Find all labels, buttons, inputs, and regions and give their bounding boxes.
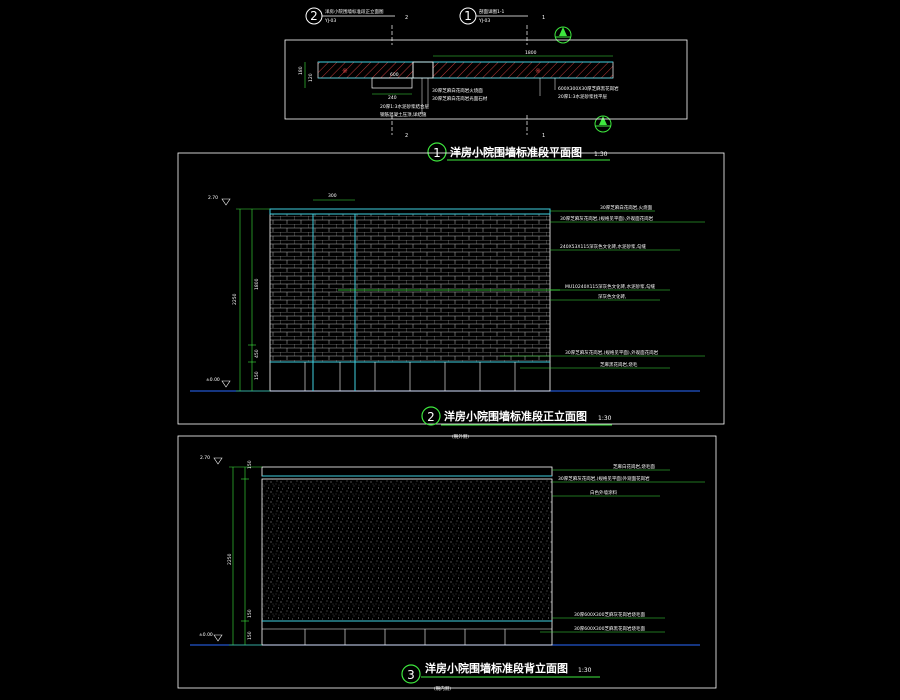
callout-2-line1: 洋房小院围墙标准段正立面图 — [325, 8, 384, 15]
back-note-5: 30厚600X300芝麻黑花岗岩烧毛面 — [574, 625, 645, 632]
title-back-sub: (朝内侧) — [434, 685, 451, 692]
back-note-1: 芝麻白花岗岩,烧毛面 — [613, 463, 655, 470]
front-dim-top: 300 — [328, 193, 337, 199]
back-note-2: 30厚芝麻灰花岗岩,(规格见平面)外观面花岗岩 — [558, 475, 650, 482]
plan-dim-left-b: 120 — [308, 73, 314, 82]
plan-dim-right: 1800 — [525, 50, 537, 56]
plan-note-2: 30厚芝麻白花岗岩光面石材 — [432, 95, 488, 102]
front-note-4: MU10240X115深灰色文化砖,水泥砂浆,勾缝 — [565, 283, 656, 290]
callout-1-number: 1 — [464, 9, 472, 23]
plan-note-3: 20厚1:3水泥砂浆结合层 — [380, 103, 429, 110]
plan-note-6: 20厚1:3水泥砂浆找平层 — [558, 93, 607, 100]
svg-text:※: ※ — [535, 67, 541, 75]
back-dim-v4: 150 — [247, 631, 253, 640]
plan-axis-2: 2 — [405, 133, 408, 139]
cad-drawing-canvas: 2 洋房小院围墙标准段正立面图 YJ-03 2 1 剖面详图1-1 YJ-03 … — [177, 7, 725, 692]
callout-2-line2: YJ-03 — [324, 18, 336, 24]
callout-1-axis: 1 — [542, 15, 545, 21]
title-front-scale: 1:30 — [598, 415, 612, 422]
plan-view: 2 1 ※ ※ 180 120 600 240 1800 30厚芝麻白花岗岩火烧… — [284, 25, 688, 139]
title-back-text: 洋房小院围墙标准段背立面图 — [425, 661, 568, 675]
back-note-3: 白色外墙涂料 — [590, 489, 617, 496]
plan-frame — [284, 39, 688, 120]
front-note-6: 30厚芝麻灰花岗岩,(规格见平面),外观面花岗岩 — [565, 349, 659, 356]
front-dim-v1: 2250 — [232, 293, 238, 305]
front-note-2: 30厚芝麻灰花岗岩,(规格见平面),外观面花岗岩 — [560, 215, 654, 222]
title-front-number: 2 — [427, 410, 435, 424]
title-plan-scale: 1:30 — [594, 151, 608, 158]
callout-2: 2 洋房小院围墙标准段正立面图 YJ-03 2 — [305, 7, 408, 25]
front-note-7: 芝麻黑花岗岩,烧毛 — [600, 361, 638, 368]
back-elevation: 150 2250 150 150 2.70 ±0.00 芝麻白花岗岩,烧毛面 3… — [177, 435, 717, 689]
title-plan-text: 洋房小院围墙标准段平面图 — [450, 145, 582, 159]
front-dim-v2: 1800 — [254, 278, 260, 290]
front-note-3: 240X53X115深灰色文化砖,水泥砂浆,勾缝 — [560, 243, 646, 250]
title-front: 2 洋房小院围墙标准段正立面图 1:30 (朝外侧) — [421, 406, 612, 440]
front-elevation: 300 2250 1800 450 150 2.70 ±0.00 30厚芝麻白花 — [177, 152, 725, 425]
title-plan: 1 洋房小院围墙标准段平面图 1:30 — [427, 142, 610, 162]
plan-dim-mid: 600 — [390, 72, 399, 78]
plan-note-4: 钢筋混凝土压顶,详结施 — [380, 111, 427, 118]
callout-1-line1: 剖面详图1-1 — [479, 8, 504, 15]
back-dim-v3: 150 — [247, 609, 253, 618]
title-back-scale: 1:30 — [578, 667, 592, 674]
title-front-sub: (朝外侧) — [452, 433, 469, 440]
plan-note-5: 600X300X30厚芝麻黑花岗岩 — [558, 85, 619, 92]
title-front-text: 洋房小院围墙标准段正立面图 — [444, 409, 587, 423]
front-level-ground: ±0.00 — [206, 377, 220, 383]
back-level-ground: ±0.00 — [199, 632, 213, 638]
back-note-4: 30厚600X300芝麻灰花岗岩烧毛面 — [574, 611, 645, 618]
north-arrow-icon — [554, 26, 572, 44]
north-arrow-icon-2 — [594, 115, 612, 133]
callout-1: 1 剖面详图1-1 YJ-03 1 — [459, 7, 545, 25]
title-back: 3 洋房小院围墙标准段背立面图 1:30 (朝内侧) — [401, 661, 600, 692]
plan-note-1: 30厚芝麻白花岗岩火烧面 — [432, 87, 483, 94]
callout-2-axis: 2 — [405, 15, 408, 21]
front-level-top: 2.70 — [208, 195, 218, 201]
callout-1-line2: YJ-03 — [478, 18, 490, 24]
back-dim-v1: 150 — [247, 460, 253, 469]
svg-text:※: ※ — [342, 67, 348, 75]
title-back-number: 3 — [407, 668, 415, 682]
back-dim-v2: 2250 — [227, 553, 233, 565]
plan-dim-left-a: 180 — [298, 66, 304, 75]
back-level-top: 2.70 — [200, 455, 210, 461]
front-dim-v4: 150 — [254, 371, 260, 380]
plan-dim-mid2: 240 — [388, 95, 397, 101]
plan-axis-1: 1 — [542, 133, 545, 139]
callout-2-number: 2 — [310, 9, 318, 23]
front-note-5: 深灰色文化砖, — [598, 293, 626, 300]
front-dim-v3: 450 — [254, 349, 260, 358]
front-note-1: 30厚芝麻白花岗岩,火烧面 — [600, 204, 653, 211]
